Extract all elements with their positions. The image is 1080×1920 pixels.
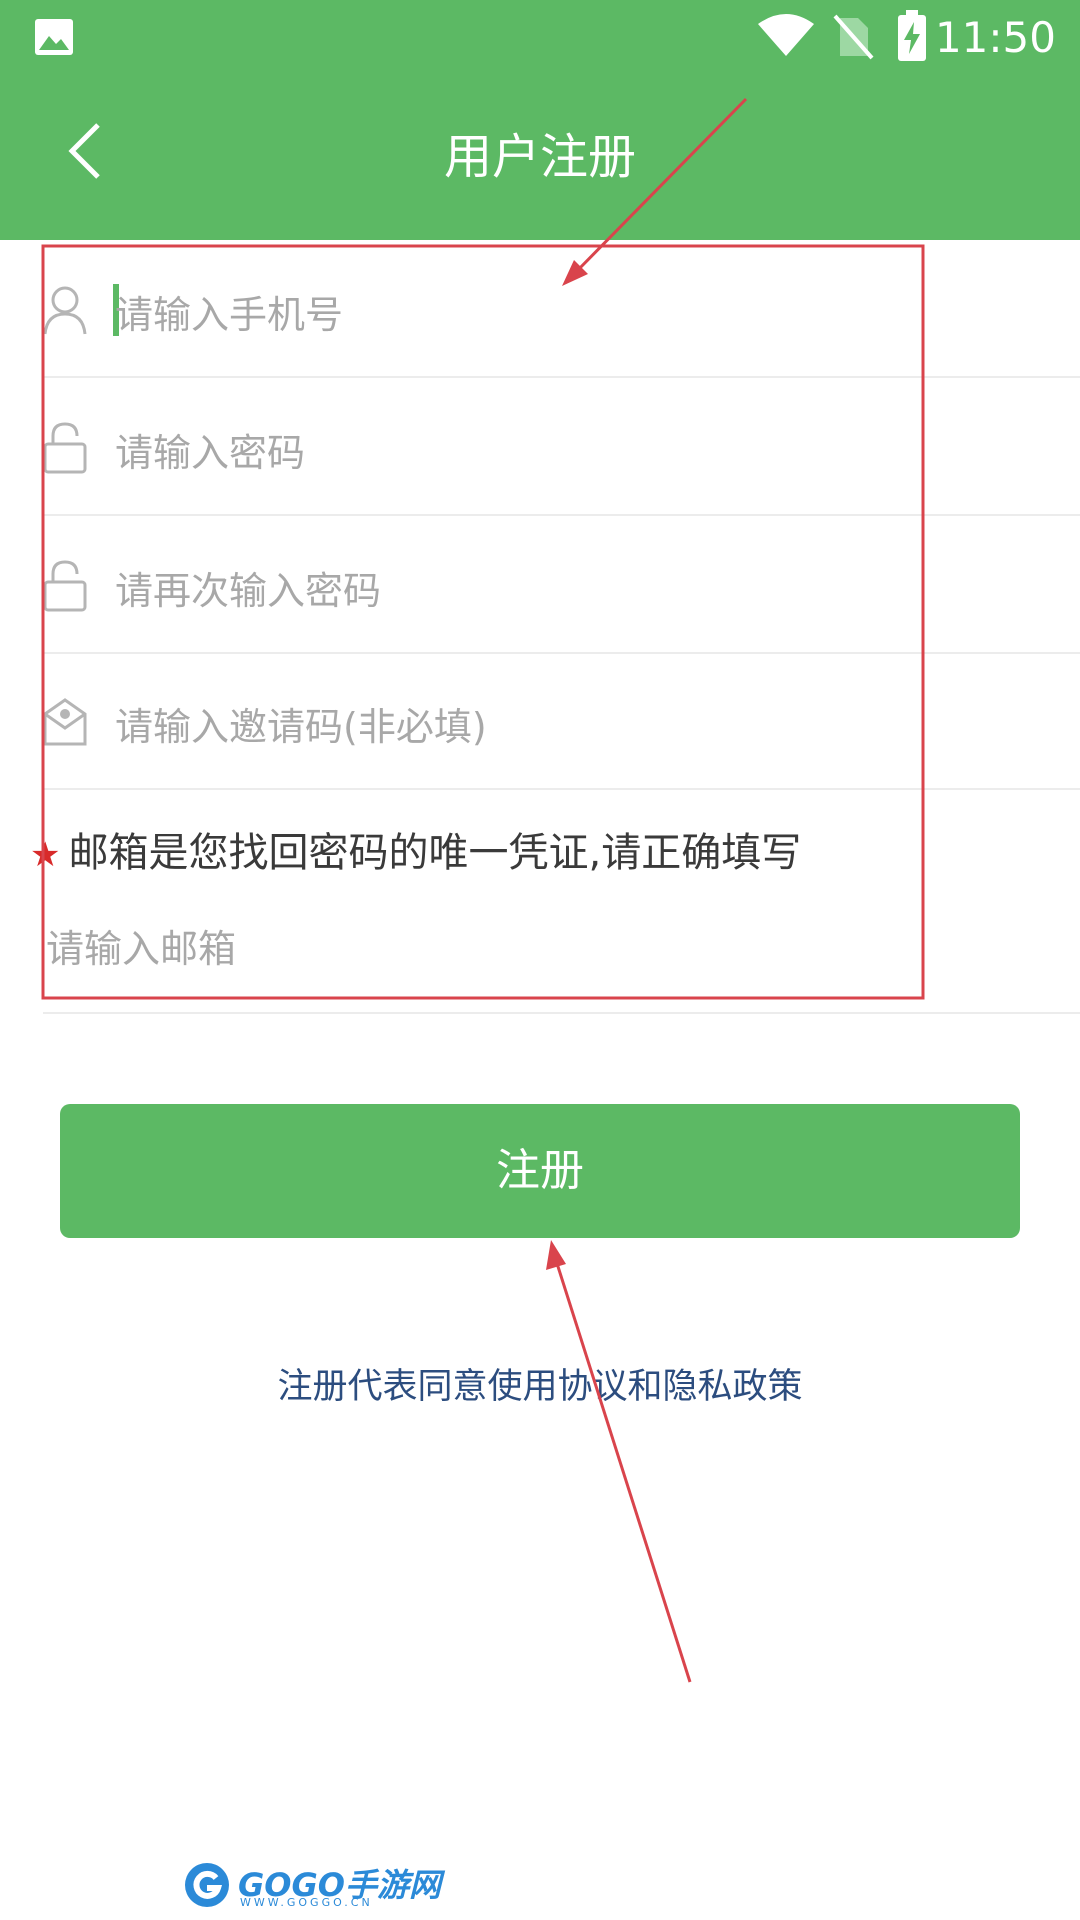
email-input[interactable]: 请输入邮箱 [46,918,236,973]
invite-code-input[interactable]: 请输入邀请码(非必填) [115,696,487,751]
wifi-icon [758,14,814,56]
agreement-link[interactable]: 注册代表同意使用协议和隐私政策 [0,1358,1080,1409]
status-time: 11:50 [934,13,1056,62]
email-notice: ★ 邮箱是您找回密码的唯一凭证,请正确填写 [30,820,801,878]
gogo-logo-icon [185,1863,229,1907]
phone-input[interactable]: 请输入手机号 [115,284,343,339]
annotation-arrow-bottom [552,1253,692,1683]
battery-charging-icon [898,10,926,61]
password-field[interactable]: 请输入密码 [43,378,1080,516]
lock-icon [43,422,87,474]
lock-icon [43,560,87,612]
no-sim-icon [833,14,874,60]
annotation-arrowhead-bottom [546,1240,566,1270]
user-icon [43,286,87,335]
app-bar: 用户注册 [0,75,1080,240]
image-icon [35,19,73,55]
password-input[interactable]: 请输入密码 [115,422,305,477]
watermark-logo: GOGO手游网 WWW.GOGGO.CN [182,1860,441,1910]
phone-field[interactable]: 请输入手机号 [43,240,1080,378]
invite-code-field[interactable]: 请输入邀请码(非必填) [43,652,1080,790]
watermark-url: WWW.GOGGO.CN [240,1896,373,1909]
register-button[interactable]: 注册 [60,1104,1020,1238]
password-confirm-field[interactable]: 请再次输入密码 [43,516,1080,654]
password-confirm-input[interactable]: 请再次输入密码 [115,560,381,615]
required-star-icon: ★ [30,835,61,875]
invite-icon [43,698,87,746]
page-title: 用户注册 [443,129,636,185]
email-notice-text: 邮箱是您找回密码的唯一凭证,请正确填写 [68,830,802,876]
status-bar: 11:50 [0,0,1080,75]
